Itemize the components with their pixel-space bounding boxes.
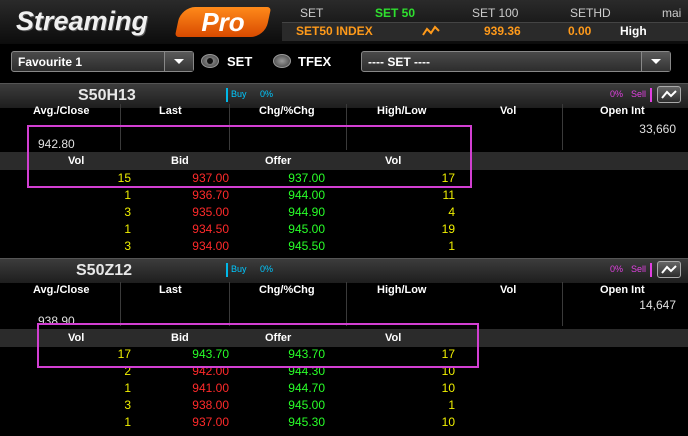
radio-tfex[interactable] xyxy=(273,54,291,68)
depth-offer-cell: 944.90 xyxy=(288,205,325,219)
col-vol: Vol xyxy=(500,105,517,117)
open-int-value: 14,647 xyxy=(639,298,676,312)
sell-indicator xyxy=(650,263,652,277)
depth-offer-vol-cell: 11 xyxy=(442,188,455,202)
index-change: 0.00 xyxy=(568,24,592,38)
depth-bid-vol-cell: 1 xyxy=(124,188,131,202)
chart-icon xyxy=(661,265,677,274)
chevron-down-icon xyxy=(164,52,193,71)
radio-set-label: SET xyxy=(227,54,253,69)
depth-offer-vol-cell: 1 xyxy=(448,398,455,412)
highlight-box xyxy=(27,125,472,188)
depth-bid-cell: 935.00 xyxy=(192,205,229,219)
depth-bid-cell: 934.00 xyxy=(192,239,229,253)
col-chg: Chg/%Chg xyxy=(259,105,315,117)
tab-sethd[interactable]: SETHD xyxy=(570,6,611,20)
depth-offer-vol-cell: 4 xyxy=(448,205,455,219)
col-high-low: High/Low xyxy=(377,284,427,296)
col-open-int: Open Int xyxy=(600,284,645,296)
index-value: 939.36 xyxy=(484,24,521,38)
buy-pct: 0% xyxy=(260,264,274,274)
buy-indicator xyxy=(226,88,228,102)
depth-bid-vol-cell: 3 xyxy=(124,398,131,412)
logo-streaming-text: Streaming xyxy=(16,6,149,36)
buy-pct: 0% xyxy=(260,89,274,99)
sell-pct: 0% xyxy=(610,89,624,99)
chart-button[interactable] xyxy=(657,261,681,278)
logo-pro-text: Pro xyxy=(201,7,245,37)
depth-bid-vol-cell: 1 xyxy=(124,381,131,395)
col-chg: Chg/%Chg xyxy=(259,284,315,296)
buy-label: Buy xyxy=(231,89,247,99)
market-select[interactable]: ---- SET ---- xyxy=(361,51,671,72)
chart-icon xyxy=(661,90,677,99)
app-logo: Streaming Pro xyxy=(6,4,272,38)
depth-offer-vol-cell: 10 xyxy=(441,381,455,395)
sell-label: Sell xyxy=(631,264,647,274)
symbol-name[interactable]: S50H13 xyxy=(78,87,136,105)
col-avg-close: Avg./Close xyxy=(33,284,90,296)
highlight-box xyxy=(37,323,479,368)
depth-bid-cell: 937.00 xyxy=(192,415,229,429)
symbol-name[interactable]: S50Z12 xyxy=(76,262,132,280)
col-avg-close: Avg./Close xyxy=(33,105,90,117)
depth-offer-vol-cell: 1 xyxy=(448,239,455,253)
buy-indicator xyxy=(226,263,228,277)
divider xyxy=(346,282,347,326)
depth-offer-cell: 945.50 xyxy=(288,239,325,253)
trend-icon xyxy=(422,25,440,36)
col-last: Last xyxy=(159,284,182,296)
radio-set[interactable] xyxy=(201,54,219,68)
chevron-down-icon xyxy=(641,52,670,71)
favourite-select-value: Favourite 1 xyxy=(18,55,83,69)
logo-pro-badge: Pro xyxy=(174,7,272,37)
tab-mai[interactable]: mai xyxy=(662,6,681,20)
depth-offer-cell: 944.70 xyxy=(288,381,325,395)
depth-offer-cell: 945.00 xyxy=(288,222,325,236)
depth-bid-vol-cell: 1 xyxy=(124,222,131,236)
depth-offer-vol-cell: 10 xyxy=(441,415,455,429)
depth-bid-cell: 934.50 xyxy=(192,222,229,236)
depth-offer-cell: 945.30 xyxy=(288,415,325,429)
depth-bid-cell: 941.00 xyxy=(192,381,229,395)
col-high-low: High/Low xyxy=(377,105,427,117)
col-vol: Vol xyxy=(500,284,517,296)
divider xyxy=(562,104,563,150)
depth-bid-cell: 938.00 xyxy=(192,398,229,412)
favourite-select[interactable]: Favourite 1 xyxy=(11,51,194,72)
sell-label: Sell xyxy=(631,89,647,99)
depth-bid-cell: 936.70 xyxy=(192,188,229,202)
sell-pct: 0% xyxy=(610,264,624,274)
index-name: SET50 INDEX xyxy=(296,24,373,38)
col-last: Last xyxy=(159,105,182,117)
buy-label: Buy xyxy=(231,264,247,274)
sell-indicator xyxy=(650,88,652,102)
depth-offer-cell: 944.00 xyxy=(288,188,325,202)
index-status: High xyxy=(620,24,647,38)
depth-offer-cell: 945.00 xyxy=(288,398,325,412)
divider xyxy=(562,282,563,326)
tab-set50[interactable]: SET 50 xyxy=(375,6,415,20)
divider xyxy=(120,282,121,326)
market-select-value: ---- SET ---- xyxy=(368,55,430,69)
depth-bid-vol-cell: 3 xyxy=(124,239,131,253)
col-open-int: Open Int xyxy=(600,105,645,117)
depth-bid-vol-cell: 3 xyxy=(124,205,131,219)
radio-tfex-label: TFEX xyxy=(298,54,332,69)
tab-set100[interactable]: SET 100 xyxy=(472,6,518,20)
chart-button[interactable] xyxy=(657,86,681,103)
tab-set[interactable]: SET xyxy=(300,6,323,20)
open-int-value: 33,660 xyxy=(639,122,676,136)
depth-bid-vol-cell: 1 xyxy=(124,415,131,429)
divider xyxy=(229,282,230,326)
depth-offer-vol-cell: 19 xyxy=(441,222,455,236)
